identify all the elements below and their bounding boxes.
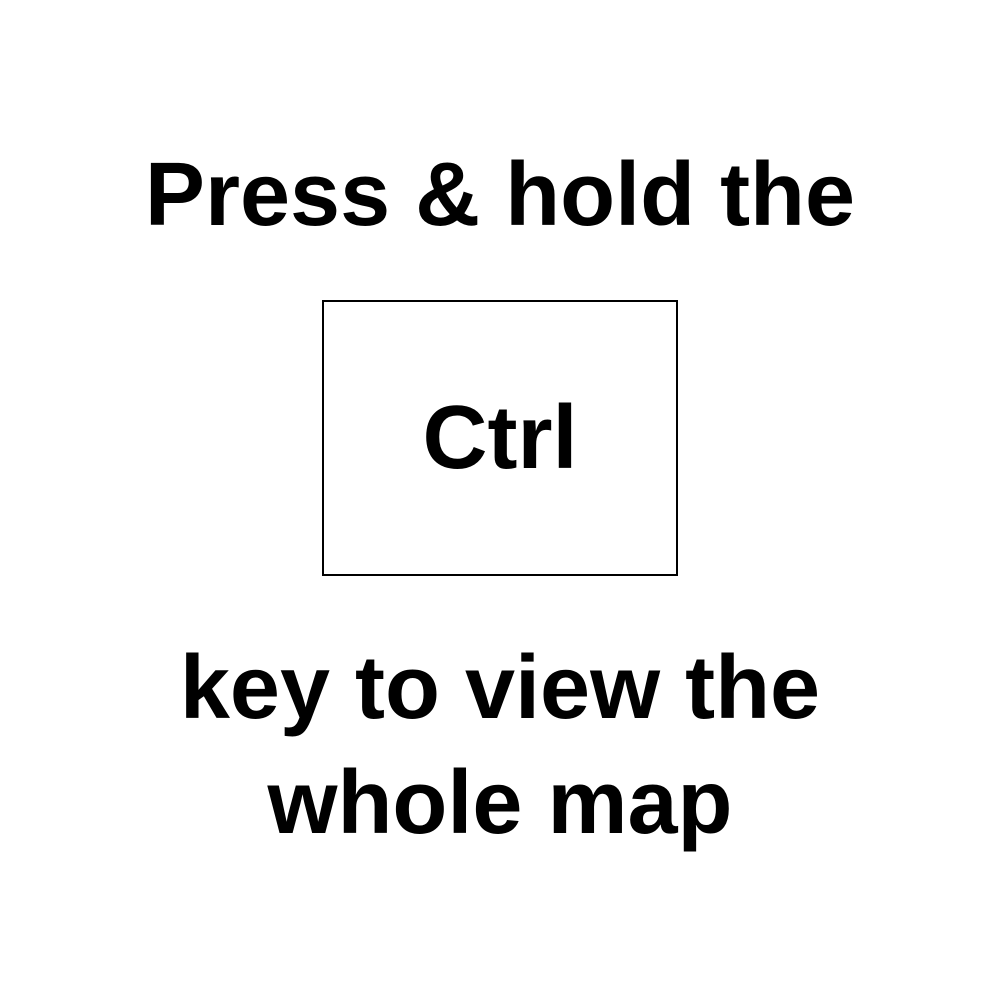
- instruction-text-bottom-line-1: key to view the: [179, 638, 821, 738]
- instruction-text-top: Press & hold the: [144, 145, 856, 245]
- key-label: Ctrl: [422, 388, 578, 488]
- ctrl-key-icon: Ctrl: [322, 300, 678, 576]
- instruction-text-bottom-line-2: whole map: [267, 753, 733, 853]
